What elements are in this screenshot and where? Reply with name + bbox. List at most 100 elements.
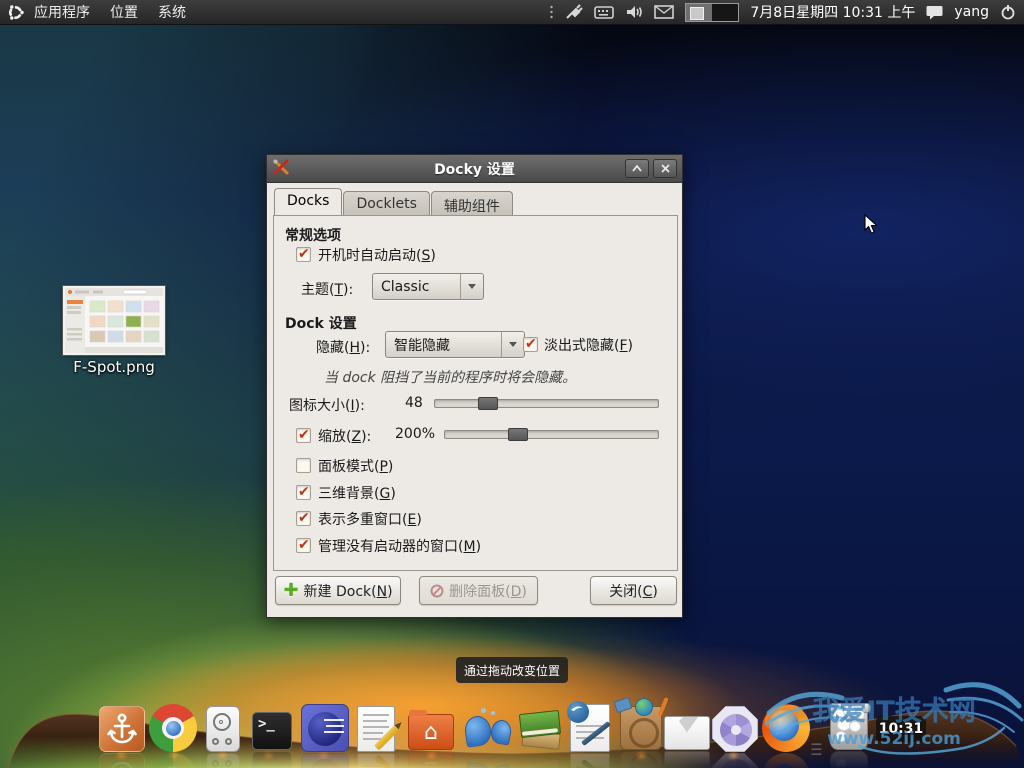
- hiding-dropdown[interactable]: 智能隐藏: [385, 331, 525, 358]
- manage-windows-label: 管理没有启动器的窗口(M): [318, 536, 481, 556]
- dock-separator: ———: [811, 741, 822, 756]
- window-titlebar[interactable]: Docky 设置: [267, 155, 682, 183]
- zoom-value: 200%: [395, 426, 435, 442]
- volume-icon[interactable]: [625, 4, 643, 20]
- tab-helpers-label: 辅助组件: [444, 199, 500, 215]
- menu-applications[interactable]: 应用程序: [24, 0, 100, 24]
- network-plug-icon[interactable]: [565, 4, 583, 20]
- dropdown-arrow-icon: [461, 274, 483, 299]
- panel-mode-label: 面板模式(P): [318, 456, 393, 476]
- desktop-icon-fspot[interactable]: F-Spot.png: [58, 286, 170, 376]
- terminal-icon[interactable]: >_: [252, 712, 292, 750]
- forbidden-icon: [430, 584, 444, 598]
- eclipse-icon[interactable]: [301, 704, 349, 752]
- panel-clock[interactable]: 7月8日星期四 10:31 上午: [750, 2, 915, 22]
- dock-settings-heading: Dock 设置: [285, 313, 357, 333]
- fspot-dock-icon[interactable]: [712, 706, 758, 752]
- tab-bar: Docks Docklets 辅助组件: [274, 188, 514, 216]
- running-indicator-dot: [265, 753, 272, 758]
- icon-size-slider-handle[interactable]: [478, 397, 498, 410]
- menu-applications-label: 应用程序: [34, 2, 90, 22]
- panel-mode-checkbox[interactable]: ✔: [296, 458, 311, 473]
- top-panel: 应用程序 位置 系统 7月8日星期四 10:31 上午: [0, 0, 1024, 25]
- notification-area-handle[interactable]: [549, 4, 554, 20]
- session-user-name[interactable]: yang: [954, 4, 989, 20]
- zoom-checkbox[interactable]: ✔: [296, 428, 311, 443]
- icon-size-label: 图标大小(I):: [289, 395, 365, 415]
- hiding-dropdown-value: 智能隐藏: [386, 335, 501, 355]
- close-dialog-button[interactable]: 关闭(C): [590, 576, 677, 605]
- 3d-background-checkbox[interactable]: ✔: [296, 485, 311, 500]
- zoom-slider-handle[interactable]: [508, 428, 528, 441]
- running-indicator-dot: [320, 753, 327, 758]
- docky-settings-window: Docky 设置 Docks Docklets 辅助组件 常规选项 ✔ 开机时自…: [266, 154, 683, 618]
- zoom-label: 缩放(Z):: [318, 426, 371, 446]
- plus-icon: ✚: [283, 584, 298, 598]
- icon-size-slider[interactable]: [434, 397, 659, 410]
- zoom-slider[interactable]: [444, 428, 659, 441]
- new-dock-button[interactable]: ✚ 新建 Dock(N): [275, 576, 401, 605]
- trash-icon[interactable]: [830, 706, 868, 750]
- keyboard-indicator-icon[interactable]: [594, 5, 614, 19]
- hide-behavior-note: 当 dock 阻挡了当前的程序时将会隐藏。: [324, 367, 576, 387]
- icon-size-value: 48: [405, 395, 423, 411]
- menu-system[interactable]: 系统: [148, 0, 196, 24]
- fade-hide-label: 淡出式隐藏(F): [544, 335, 633, 355]
- new-dock-button-label: 新建 Dock(N): [304, 581, 393, 601]
- tab-docks-label: Docks: [287, 193, 329, 209]
- menu-system-label: 系统: [158, 2, 186, 22]
- tab-helpers[interactable]: 辅助组件: [431, 191, 513, 216]
- tab-docklets[interactable]: Docklets: [343, 191, 429, 216]
- 3d-background-label: 三维背景(G): [318, 483, 396, 503]
- clock-docklet[interactable]: 10:31: [876, 716, 926, 742]
- office-writer-icon[interactable]: [570, 704, 610, 752]
- theme-dropdown-value: Classic: [373, 279, 460, 295]
- theme-dropdown[interactable]: Classic: [372, 273, 484, 300]
- docky-tools-icon: [272, 158, 290, 180]
- delete-dock-button-label: 删除面板(D): [449, 581, 527, 601]
- tab-docks[interactable]: Docks: [274, 188, 342, 216]
- dropdown-arrow-icon: [502, 332, 524, 357]
- workspace-1[interactable]: [686, 4, 712, 21]
- text-editor-icon[interactable]: [357, 706, 395, 752]
- running-indicator-dot: [428, 753, 435, 758]
- manage-windows-checkbox[interactable]: ✔: [296, 538, 311, 553]
- show-multiple-windows-label: 表示多重窗口(E): [318, 509, 422, 529]
- indicator-me-icon[interactable]: [926, 5, 943, 20]
- email-client-icon[interactable]: [664, 716, 710, 750]
- audio-player-icon[interactable]: [206, 706, 240, 752]
- autostart-checkbox[interactable]: ✔: [296, 247, 311, 262]
- ubuntu-logo-icon[interactable]: [7, 4, 24, 21]
- workspace-2[interactable]: [712, 4, 738, 21]
- docky-anchor-icon[interactable]: [99, 706, 145, 752]
- mouse-cursor: [864, 214, 878, 235]
- firefox-icon[interactable]: [762, 704, 810, 752]
- autostart-label: 开机时自动启动(S): [318, 245, 436, 265]
- tab-docklets-label: Docklets: [356, 196, 416, 212]
- fspot-thumbnail-image: [63, 286, 165, 355]
- running-indicator-dot: [170, 753, 177, 758]
- instant-messenger-icon[interactable]: [463, 708, 517, 754]
- fade-hide-checkbox[interactable]: ✔: [523, 337, 538, 352]
- show-multiple-windows-checkbox[interactable]: ✔: [296, 511, 311, 526]
- dictionary-icon[interactable]: [518, 706, 564, 754]
- delete-dock-button[interactable]: 删除面板(D): [419, 576, 538, 605]
- workspace-switcher[interactable]: [685, 3, 739, 22]
- file-manager-icon[interactable]: ⌂: [408, 714, 454, 750]
- power-icon[interactable]: [1000, 4, 1016, 20]
- theme-label: 主题(T):: [301, 279, 353, 299]
- close-window-button[interactable]: [653, 159, 677, 178]
- desktop-icon-label: F-Spot.png: [58, 358, 170, 376]
- chrome-icon[interactable]: [149, 704, 197, 752]
- menu-places-label: 位置: [110, 2, 138, 22]
- maximize-button[interactable]: [625, 159, 649, 178]
- menu-places[interactable]: 位置: [100, 0, 148, 24]
- running-indicator-dot: [730, 753, 737, 758]
- software-center-icon[interactable]: [620, 706, 662, 750]
- general-options-heading: 常规选项: [285, 225, 341, 245]
- mail-notification-icon[interactable]: [654, 5, 674, 19]
- close-button-label: 关闭(C): [609, 581, 658, 601]
- running-indicator-dot: [638, 753, 645, 758]
- hiding-label: 隐藏(H):: [316, 337, 370, 357]
- drag-hint-tooltip: 通过拖动改变位置: [456, 657, 568, 683]
